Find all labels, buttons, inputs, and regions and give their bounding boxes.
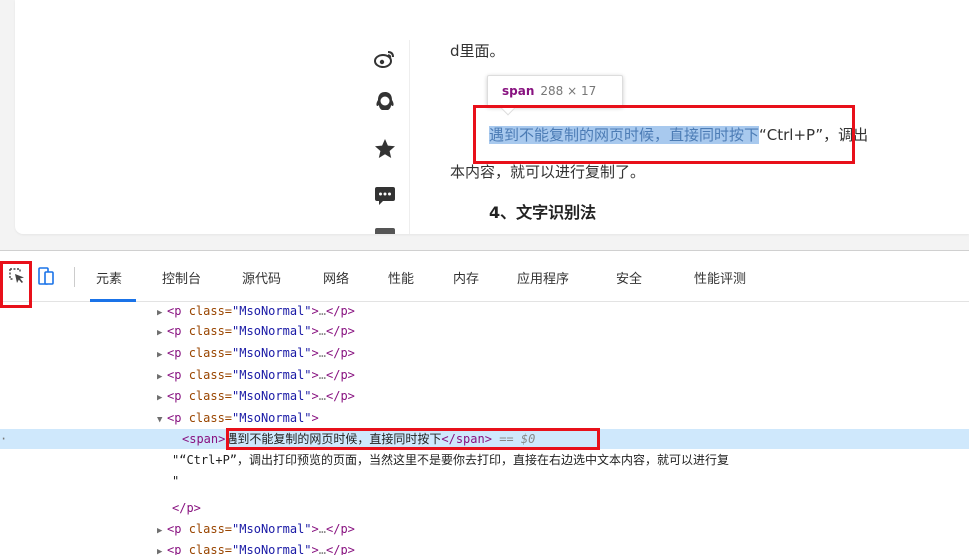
dom-node-row[interactable]: ▶ <p class="MsoNormal">…</p> bbox=[0, 365, 969, 385]
inspect-element-icon[interactable] bbox=[7, 266, 27, 286]
wechat-icon[interactable] bbox=[372, 183, 398, 209]
tab-application[interactable]: 应用程序 bbox=[517, 268, 569, 287]
collapse-triangle-icon[interactable]: ▼ bbox=[157, 410, 167, 430]
dom-node-row-expanded[interactable]: ▼ <p class="MsoNormal"> bbox=[0, 408, 969, 428]
article-text-continuation: “Ctrl+P”，调出 bbox=[759, 126, 869, 144]
tab-elements[interactable]: 元素 bbox=[96, 268, 122, 287]
article-body: d里面。 遇到不能复制的网页时候，直接同时按下“Ctrl+P”，调出 本内容，就… bbox=[450, 0, 969, 234]
expand-triangle-icon[interactable]: ▶ bbox=[157, 367, 167, 387]
weibo-icon[interactable] bbox=[372, 46, 398, 72]
tab-console[interactable]: 控制台 bbox=[162, 268, 201, 287]
dom-node-row[interactable]: ▶ <p class="MsoNormal">…</p> bbox=[0, 302, 969, 321]
dom-node-row[interactable]: ▶ <p class="MsoNormal">…</p> bbox=[0, 343, 969, 363]
devtools-panel: 元素 控制台 源代码 网络 性能 内存 应用程序 安全 性能评测 ▶ <p cla… bbox=[0, 250, 969, 555]
tab-lighthouse[interactable]: 性能评测 bbox=[694, 268, 746, 287]
dom-node-row-selected[interactable]: · <span>遇到不能复制的网页时候，直接同时按下</span> == $0 bbox=[0, 429, 969, 449]
expand-triangle-icon[interactable]: ▶ bbox=[157, 521, 167, 541]
elements-tree: ▶ <p class="MsoNormal">…</p> ▶ <p class="M… bbox=[0, 302, 969, 555]
dom-node-row[interactable]: ▶ <p class="MsoNormal">…</p> bbox=[0, 386, 969, 406]
article-text-line: d里面。 bbox=[450, 42, 505, 60]
dom-text-node-row[interactable]: "“Ctrl+P”，调出打印预览的页面，当然这里不是要你去打印，直接在右边选中文… bbox=[0, 450, 969, 470]
article-selected-paragraph: 遇到不能复制的网页时候，直接同时按下“Ctrl+P”，调出 bbox=[489, 124, 868, 145]
expand-triangle-icon[interactable]: ▶ bbox=[157, 388, 167, 408]
star-icon[interactable] bbox=[372, 136, 398, 162]
webpage-viewport: d里面。 遇到不能复制的网页时候，直接同时按下“Ctrl+P”，调出 本内容，就… bbox=[0, 0, 969, 250]
tab-security[interactable]: 安全 bbox=[616, 268, 642, 287]
expand-triangle-icon[interactable]: ▶ bbox=[157, 345, 167, 365]
expand-triangle-icon[interactable]: ▶ bbox=[157, 323, 167, 343]
more-share-icon[interactable] bbox=[375, 228, 395, 234]
qq-icon[interactable] bbox=[372, 89, 398, 115]
expand-triangle-icon[interactable]: ▶ bbox=[157, 542, 167, 555]
tab-memory[interactable]: 内存 bbox=[453, 268, 479, 287]
share-sidebar bbox=[362, 40, 410, 234]
device-emulation-icon[interactable] bbox=[36, 266, 56, 286]
dom-node-row[interactable]: ▶ <p class="MsoNormal">…</p> bbox=[0, 321, 969, 341]
tab-sources[interactable]: 源代码 bbox=[242, 268, 281, 287]
span-text-node[interactable]: 遇到不能复制的网页时候，直接同时按下 bbox=[225, 432, 441, 446]
tab-performance[interactable]: 性能 bbox=[388, 268, 414, 287]
console-ref-marker: == $0 bbox=[499, 432, 536, 446]
tooltip-tag-name: span bbox=[502, 84, 535, 98]
dom-text-node-end: " bbox=[172, 474, 180, 488]
selected-span-text[interactable]: 遇到不能复制的网页时候，直接同时按下 bbox=[489, 126, 760, 144]
tab-network[interactable]: 网络 bbox=[323, 268, 349, 287]
dom-node-row[interactable]: ▶ <p class="MsoNormal">…</p> bbox=[0, 519, 969, 539]
expand-triangle-icon[interactable]: ▶ bbox=[157, 303, 167, 323]
tooltip-dimensions: 288 × 17 bbox=[540, 84, 597, 98]
dom-closing-tag-row[interactable]: </p> bbox=[0, 498, 969, 518]
devtools-tabbar: 元素 控制台 源代码 网络 性能 内存 应用程序 安全 性能评测 bbox=[0, 250, 969, 308]
article-text-line: 本内容，就可以进行复制了。 bbox=[450, 163, 646, 181]
section-heading: 4、文字识别法 bbox=[489, 203, 597, 222]
dom-node-row[interactable]: ▶ <p class="MsoNormal">…</p> bbox=[0, 540, 969, 555]
tab-divider bbox=[74, 267, 75, 287]
element-inspect-tooltip: span 288 × 17 bbox=[487, 75, 623, 116]
